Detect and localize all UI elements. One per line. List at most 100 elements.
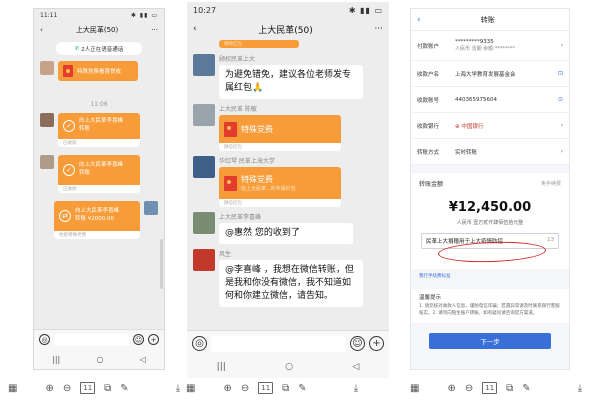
home-icon[interactable]: ○ [96, 355, 103, 364]
remark-field[interactable]: 民革上大捐赠用于上大疫情防控 13 [421, 233, 559, 249]
list-item: 特殊党费看喜悦收 [34, 61, 164, 81]
image-toolbar-1: ▦ ⊕ ⊖ 11 ⧉ ✎ ⤓ [8, 382, 180, 394]
back-icon[interactable]: ‹ [417, 15, 421, 25]
plus-icon[interactable]: + [148, 334, 159, 345]
red-packet-card[interactable]: 特殊党费 给上大民革...的专属红包 微信红包 [219, 167, 341, 208]
list-item: 风生 @李喜峰 ，我想在微信转账，但是我和你没有微信，我不知道如何和你建立微信，… [187, 249, 389, 308]
tips-title: 温馨提示 [419, 295, 442, 301]
status-icons: ✱ ▮▮ ▭ [348, 5, 383, 15]
download-icon[interactable]: ⤓ [176, 383, 180, 394]
download-icon[interactable]: ⤓ [578, 383, 582, 394]
next-button[interactable]: 下一步 [429, 332, 551, 349]
transfer-method-row[interactable]: 转账方式 实时转账 › [411, 139, 569, 165]
edit-icon[interactable]: ✎ [522, 383, 530, 394]
crop-icon[interactable]: ⧉ [282, 383, 289, 394]
wechat-chat-panel-1: 11:11 ✱ ▮▮ ▭ ‹ 上大民革(50) ··· ✆ 2人正在语音通话 特… [33, 8, 165, 370]
avatar[interactable] [40, 113, 54, 127]
avatar[interactable] [193, 104, 215, 127]
edit-icon[interactable]: ✎ [298, 383, 306, 394]
list-item: 上大民革李喜峰 @惠然 您的收到了 [187, 212, 389, 245]
voice-toggle-icon[interactable]: ◎ [39, 334, 50, 345]
avatar[interactable] [193, 249, 215, 272]
grid-icon[interactable]: ▦ [186, 383, 195, 394]
actual-size-icon[interactable]: 11 [80, 382, 96, 394]
field-label: 收款银行 [417, 123, 440, 130]
red-packet-card[interactable]: 特殊党费 微信红包 [219, 115, 341, 152]
transfer-card[interactable]: ⇄ 向上大民革李喜峰 转账 ¥2000.00 抗疫特殊党费 [54, 201, 140, 239]
transfer-header: ‹ 转账 [411, 9, 569, 31]
text-message[interactable]: @李喜峰 ，我想在微信转账，但是我和你没有微信，我不知道如何和你建立微信，请告知… [219, 260, 363, 308]
payee-name-row[interactable]: 收款户名 上海大学教育发展基金会 ⊡ [411, 61, 569, 87]
amount-input[interactable]: ¥12,450.00 [411, 200, 569, 215]
contact-book-icon[interactable]: ⊡ [558, 70, 563, 77]
red-packet-card[interactable]: 特殊党费看喜悦收 [58, 61, 138, 81]
scrollbar[interactable] [160, 239, 163, 289]
back-icon[interactable]: ‹ [40, 26, 43, 34]
transfer-icon: ⇄ [59, 210, 71, 222]
plus-icon[interactable]: + [369, 336, 384, 351]
voice-call-pill[interactable]: ✆ 2人正在语音通话 [56, 42, 142, 55]
payer-account-row[interactable]: 付款账户 *********9335 人民币 活期 余额:******** › [411, 31, 569, 61]
download-icon[interactable]: ⤓ [354, 383, 358, 394]
recent-apps-icon[interactable]: ||| [52, 355, 60, 364]
tips-body: 1. 请您核对收款人信息，谨防电信诈骗；若遇异常请及时联系银行客服核实。2. 请… [419, 304, 560, 316]
zoom-in-icon[interactable]: ⊕ [223, 383, 231, 394]
more-icon[interactable]: ··· [374, 24, 383, 34]
home-icon[interactable]: ○ [285, 362, 293, 372]
chat-title: 上大民革(50) [75, 26, 119, 34]
payee-bank-row[interactable]: 收款银行 ⊕ 中国银行 › [411, 113, 569, 139]
status-icons: ✱ ▮▮ ▭ [130, 11, 158, 19]
chat-input-bar: ◎ ☺ + [34, 329, 164, 349]
fee-note: 免手续费 [540, 181, 561, 187]
back-nav-icon[interactable]: ◁ [140, 355, 146, 364]
list-item: ✓ 向上大民革李喜峰 转账 已收款 [34, 155, 164, 193]
zoom-out-icon[interactable]: ⊖ [465, 383, 473, 394]
zoom-out-icon[interactable]: ⊖ [241, 383, 249, 394]
message-input[interactable] [211, 335, 346, 352]
red-packet-title: 特殊党费 [241, 124, 273, 134]
list-item: ⇄ 向上大民革李喜峰 转账 ¥2000.00 抗疫特殊党费 [34, 201, 164, 239]
voice-toggle-icon[interactable]: ◎ [192, 336, 207, 351]
crop-icon[interactable]: ⧉ [506, 383, 513, 394]
avatar[interactable] [40, 155, 54, 169]
amount-section: 转账金额 免手续费 ¥12,450.00 人民币 壹万贰仟肆佰伍拾元整 民革上大… [411, 173, 569, 269]
field-value: 实时转账 [455, 149, 478, 156]
field-value: ⊕ 中国银行 [455, 123, 484, 130]
emoji-icon[interactable]: ☺ [350, 336, 365, 351]
text-message[interactable]: 为避免错免，建议各位老师发专属红包🙏 [219, 65, 363, 100]
more-icon[interactable]: ··· [151, 26, 158, 34]
transfer-card[interactable]: ✓ 向上大民革李喜峰 转账 已收款 [58, 113, 140, 147]
avatar[interactable] [193, 156, 215, 179]
zoom-in-icon[interactable]: ⊕ [45, 383, 53, 394]
chat-input-bar: ◎ ☺ + [187, 330, 389, 356]
avatar[interactable] [193, 212, 215, 235]
red-packet-card-partial[interactable]: 继续红包 [219, 40, 299, 48]
back-nav-icon[interactable]: ◁ [352, 362, 359, 372]
status-bar: 10:27 ✱ ▮▮ ▭ [187, 2, 389, 18]
zoom-in-icon[interactable]: ⊕ [447, 383, 455, 394]
text-message[interactable]: @惠然 您的收到了 [219, 223, 353, 245]
zoom-out-icon[interactable]: ⊖ [63, 383, 71, 394]
grid-icon[interactable]: ▦ [8, 383, 17, 394]
emoji-icon[interactable]: ☺ [133, 334, 144, 345]
transfer-footer: 已收款 [58, 185, 140, 193]
fee-standard-link[interactable]: 我行手续费标准 [411, 269, 569, 283]
payee-account-row[interactable]: 收款账号 440365975604 ⊙ [411, 87, 569, 113]
avatar[interactable] [144, 201, 158, 215]
red-packet-footer: 微信红包 [219, 143, 341, 152]
camera-icon[interactable]: ⊙ [558, 96, 563, 103]
transfer-card[interactable]: ✓ 向上大民革李喜峰 转账 已收款 [58, 155, 140, 193]
crop-icon[interactable]: ⧉ [104, 383, 111, 394]
list-item: 上大民革 陈敏 特殊党费 微信红包 [187, 104, 389, 152]
avatar[interactable] [193, 54, 215, 76]
recent-apps-icon[interactable]: ||| [217, 362, 226, 372]
back-icon[interactable]: ‹ [193, 24, 197, 34]
grid-icon[interactable]: ▦ [410, 383, 419, 394]
bank-transfer-panel: ‹ 转账 付款账户 *********9335 人民币 活期 余额:******… [410, 8, 570, 370]
message-input[interactable] [54, 333, 129, 346]
edit-icon[interactable]: ✎ [120, 383, 128, 394]
actual-size-icon[interactable]: 11 [258, 382, 274, 394]
actual-size-icon[interactable]: 11 [482, 382, 498, 394]
transfer-line1: 向上大民革李喜峰 [79, 162, 124, 169]
avatar[interactable] [40, 61, 54, 75]
